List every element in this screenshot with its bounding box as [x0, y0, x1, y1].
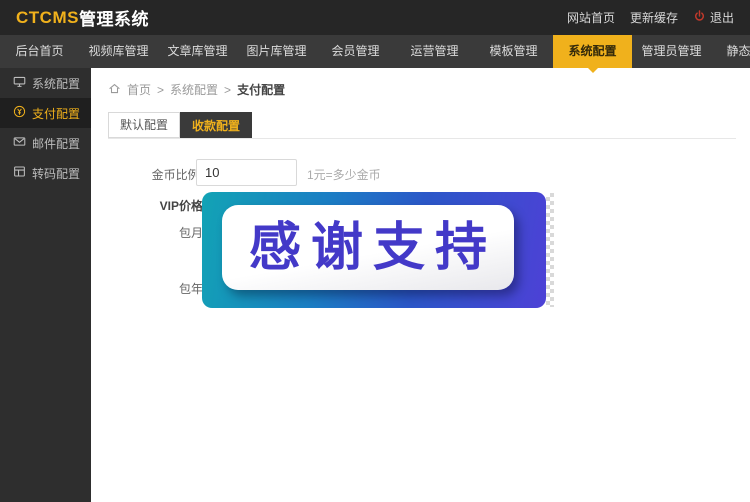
- thanks-overlay-card: 感谢支持: [222, 205, 514, 290]
- power-icon: [693, 10, 706, 26]
- coin-ratio-input[interactable]: [196, 159, 297, 186]
- nav-item-static[interactable]: 静态管理: [711, 35, 750, 68]
- nav-item-system-config[interactable]: 系统配置: [553, 35, 632, 68]
- logo-suffix-text: 管理系统: [79, 5, 149, 30]
- transcode-icon: [13, 165, 26, 181]
- nav-item-dashboard[interactable]: 后台首页: [0, 35, 79, 68]
- home-icon: [108, 82, 121, 98]
- tab-default-config[interactable]: 默认配置: [108, 112, 180, 138]
- nav-item-article-library[interactable]: 文章库管理: [158, 35, 237, 68]
- sidebar-item-system-config[interactable]: 系统配置: [0, 68, 91, 98]
- admin-page: CTCMS管理系统 网站首页 更新缓存 退出 后台首页 视频库管理 文章库管理 …: [0, 0, 750, 502]
- topbar-links: 网站首页 更新缓存 退出: [567, 9, 734, 26]
- sidebar: 系统配置 支付配置 邮件配置 转码配置: [0, 68, 91, 502]
- monitor-icon: [13, 75, 26, 91]
- nav-item-templates[interactable]: 模板管理: [474, 35, 553, 68]
- main-nav: 后台首页 视频库管理 文章库管理 图片库管理 会员管理 运营管理 模板管理 系统…: [0, 35, 750, 68]
- sidebar-item-mail-config[interactable]: 邮件配置: [0, 128, 91, 158]
- nav-item-operations[interactable]: 运营管理: [395, 35, 474, 68]
- monthly-label: 包月: [91, 224, 203, 241]
- sidebar-item-label: 系统配置: [32, 75, 80, 92]
- sidebar-item-transcode-config[interactable]: 转码配置: [0, 158, 91, 188]
- nav-item-image-library[interactable]: 图片库管理: [237, 35, 316, 68]
- breadcrumb-home[interactable]: 首页: [127, 81, 151, 98]
- refresh-cache-link[interactable]: 更新缓存: [630, 9, 678, 26]
- transparency-checker-strip: [546, 193, 554, 307]
- sidebar-item-label: 邮件配置: [32, 135, 80, 152]
- vip-price-label: VIP价格: [91, 197, 203, 214]
- logo-brand-text: CTCMS: [16, 8, 79, 28]
- sidebar-item-label: 转码配置: [32, 165, 80, 182]
- coin-ratio-label: 金币比例:: [91, 166, 203, 183]
- breadcrumb-current: 支付配置: [237, 81, 285, 98]
- nav-item-video-library[interactable]: 视频库管理: [79, 35, 158, 68]
- logo: CTCMS管理系统: [16, 5, 149, 30]
- nav-item-admins[interactable]: 管理员管理: [632, 35, 711, 68]
- sidebar-item-payment-config[interactable]: 支付配置: [0, 98, 91, 128]
- site-home-link[interactable]: 网站首页: [567, 9, 615, 26]
- sidebar-item-label: 支付配置: [32, 105, 80, 122]
- nav-item-members[interactable]: 会员管理: [316, 35, 395, 68]
- breadcrumb-separator: >: [157, 83, 164, 97]
- tab-collection-config[interactable]: 收款配置: [180, 112, 252, 138]
- breadcrumb-separator: >: [224, 83, 231, 97]
- thanks-overlay-image: 感谢支持: [202, 192, 546, 308]
- logout-label: 退出: [710, 9, 734, 26]
- yen-coin-icon: [13, 105, 26, 121]
- yearly-label: 包年: [91, 280, 203, 297]
- logout-button[interactable]: 退出: [693, 9, 734, 26]
- coin-ratio-hint: 1元=多少金币: [307, 166, 381, 183]
- breadcrumb: 首页 > 系统配置 > 支付配置: [108, 81, 285, 98]
- topbar: CTCMS管理系统 网站首页 更新缓存 退出: [0, 0, 750, 35]
- tabs-divider: [108, 138, 736, 139]
- thanks-overlay-text: 感谢支持: [239, 222, 497, 274]
- breadcrumb-system-config[interactable]: 系统配置: [170, 81, 218, 98]
- config-tabs: 默认配置 收款配置: [108, 112, 252, 138]
- mail-icon: [13, 135, 26, 151]
